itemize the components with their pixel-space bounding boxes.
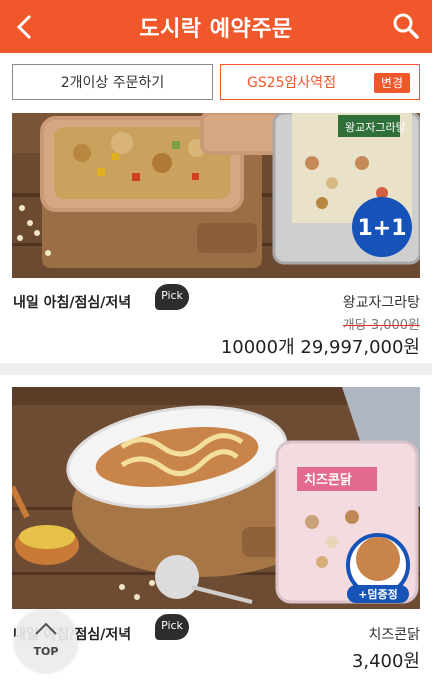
store-name: GS25암사역점 <box>247 75 337 91</box>
product-name[interactable]: 치즈콘닭 <box>368 624 420 644</box>
page-title: 도시락 예약주문 <box>139 17 293 42</box>
top-button-label: TOP <box>33 645 59 658</box>
change-store-button[interactable]: 변경 <box>373 73 410 93</box>
app-header: 도시락 예약주문 <box>0 0 432 53</box>
multi-order-button[interactable]: 2개이상 주문하기 <box>12 64 213 100</box>
search-icon[interactable] <box>392 12 420 40</box>
meal-times: 내일 아침/점심/저녁 <box>13 295 132 311</box>
store-selector[interactable]: GS25암사역점 변경 <box>220 64 420 100</box>
original-price: 개당 3,000원 <box>342 318 420 333</box>
product-card[interactable]: 왕교자그라탕 1+1 내일 아침/점심/저녁 Pick 왕교자그라탕 개당 3,… <box>0 113 432 363</box>
scroll-to-top-button[interactable]: TOP <box>15 610 77 672</box>
product-price: 3,400원 <box>351 651 420 672</box>
promo-badge-1plus1: 1+1 <box>357 216 406 241</box>
pick-badge: Pick <box>155 614 189 640</box>
product-image[interactable]: 왕교자그라탕 1+1 <box>12 113 420 278</box>
promo-badge-bonus: +덤증정 <box>358 587 398 601</box>
package-label-1: 왕교자그라탕 <box>345 121 406 134</box>
order-options-bar: 2개이상 주문하기 GS25암사역점 변경 <box>0 53 432 113</box>
pick-badge: Pick <box>155 284 189 310</box>
product-price: 10000개 29,997,000원 <box>220 337 420 358</box>
chevron-up-icon <box>35 622 57 635</box>
product-name[interactable]: 왕교자그라탕 <box>343 292 420 312</box>
package-label-2: 치즈콘닭 <box>304 472 352 488</box>
product-image[interactable]: 치즈콘닭 +덤증정 <box>12 387 420 609</box>
